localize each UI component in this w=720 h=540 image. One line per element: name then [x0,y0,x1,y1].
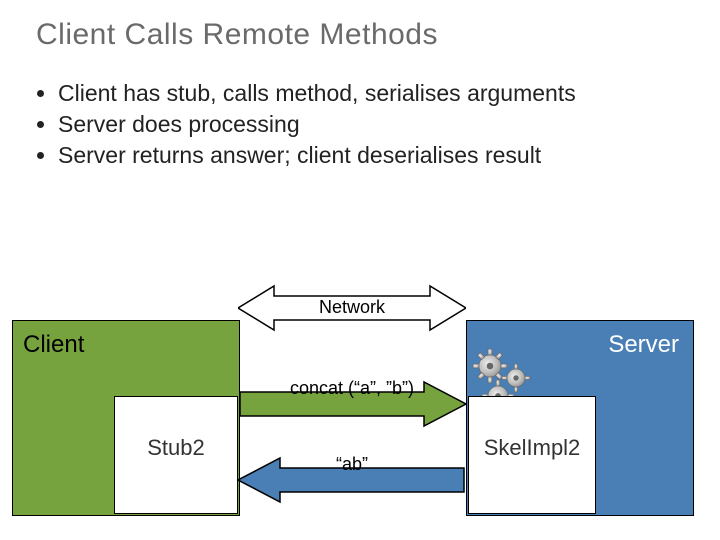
call-arrow-right: concat (“a”, ”b”) [238,380,466,428]
skel-label: SkelImpl2 [469,435,595,461]
stub-box: Stub2 [114,396,238,514]
bullet-item: Client has stub, calls method, serialise… [58,80,720,107]
bullet-item: Server does processing [58,111,720,138]
bullet-item: Server returns answer; client deserialis… [58,142,720,169]
client-label: Client [23,331,84,359]
slide-title: Client Calls Remote Methods [0,0,720,52]
skeleton-impl-box: SkelImpl2 [468,396,596,514]
bullet-list: Client has stub, calls method, serialise… [0,52,720,169]
network-double-arrow: Network [238,284,466,332]
diagram-stage: Network Client Server [12,320,712,530]
server-label: Server [608,331,679,359]
return-arrow-left: “ab” [238,456,466,504]
stub-label: Stub2 [115,435,237,461]
